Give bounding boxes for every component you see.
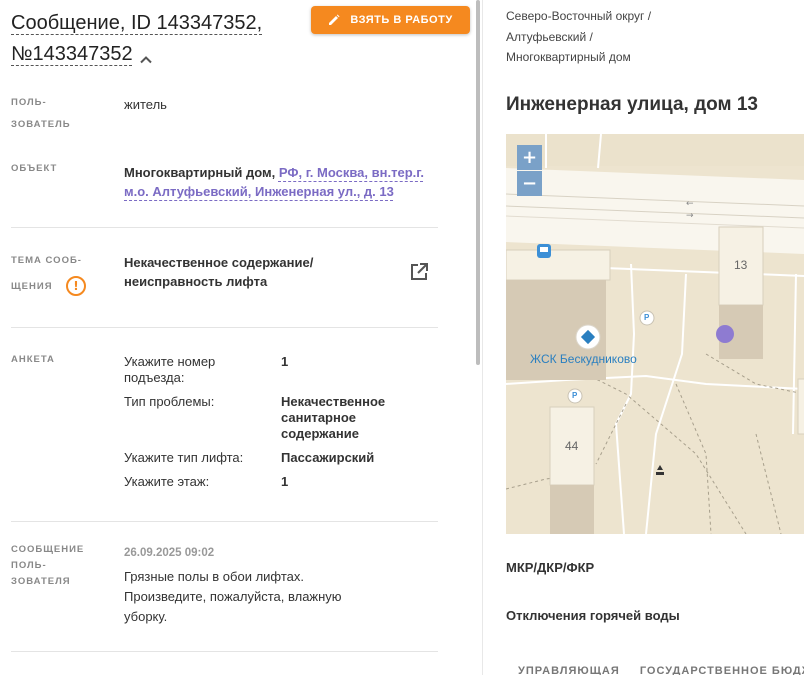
object-address-title: Инженерная улица, дом 13 <box>506 94 758 115</box>
tabs: УПРАВЛЯЮЩАЯ ГОСУДАРСТВЕННОЕ БЮДЖ <box>518 665 804 675</box>
survey-answer: Некачественное санитарное содержание <box>281 394 386 441</box>
divider <box>11 521 438 522</box>
svg-text:→: → <box>686 211 694 221</box>
open-external-icon[interactable] <box>409 262 429 282</box>
message-details-panel: Сообщение, ID 143347352, №143347352 ВЗЯТ… <box>0 0 480 675</box>
breadcrumb-item[interactable]: Многоквартирный дом <box>506 47 651 68</box>
survey-question: Тип проблемы: <box>124 394 215 409</box>
breadcrumb-item[interactable]: Северо-Восточный округ / <box>506 6 651 27</box>
tab-management[interactable]: УПРАВЛЯЮЩАЯ <box>518 665 620 675</box>
warning-icon: ! <box>66 276 86 296</box>
title-line-1: Сообщение, ID 143347352, <box>11 12 263 34</box>
survey-question: Укажите номер подъезда: <box>124 354 216 385</box>
message-date: 26.09.2025 09:02 <box>124 547 215 559</box>
page-title[interactable]: Сообщение, ID 143347352, №143347352 <box>11 8 301 70</box>
title-line-2: №143347352 <box>11 43 133 65</box>
object-info-panel: Северо-Восточный округ / Алтуфьевский / … <box>483 0 804 675</box>
survey-question: Укажите тип лифта: <box>124 450 244 465</box>
survey-answer: Пассажирский <box>281 450 375 465</box>
svg-text:←: ← <box>686 199 694 209</box>
zoom-out-button[interactable]: − <box>517 171 542 196</box>
object-label: ОБЪЕКТ <box>11 163 58 174</box>
user-value: житель <box>124 97 167 112</box>
map-canvas: ← → <box>506 134 804 534</box>
chevron-up-icon[interactable] <box>139 46 153 63</box>
map[interactable]: ← → + − 13 44 P P ЖСК Бескудниково <box>506 134 804 534</box>
breadcrumb-item[interactable]: Алтуфьевский / <box>506 27 651 48</box>
parking-icon: P <box>644 313 650 322</box>
breadcrumb: Северо-Восточный округ / Алтуфьевский / … <box>506 6 651 68</box>
take-to-work-button[interactable]: ВЗЯТЬ В РАБОТУ <box>311 6 470 34</box>
building-number: 13 <box>734 258 748 272</box>
object-address-link[interactable]: РФ, г. Москва, вн.тер.г. <box>279 165 424 180</box>
tab-state-budget[interactable]: ГОСУДАРСТВЕННОЕ БЮДЖ <box>640 665 804 675</box>
survey-answer: 1 <box>281 354 289 369</box>
user-message-label: СООБЩЕНИЕ ПОЛЬ- ЗОВАТЕЛЯ <box>11 544 85 587</box>
message-text: Грязные полы в обои лифтах. Произведите,… <box>124 569 342 624</box>
divider <box>11 227 438 228</box>
survey-label: АНКЕТА <box>11 354 55 365</box>
section-title[interactable]: Отключения горячей воды <box>506 608 680 623</box>
topic-value: Некачественное содержание/неисправность … <box>124 255 314 289</box>
object-address-link-2[interactable]: м.о. Алтуфьевский, Инженерная ул., д. 13 <box>124 184 394 199</box>
divider <box>11 327 438 328</box>
parking-icon: P <box>572 391 578 400</box>
zoom-in-button[interactable]: + <box>517 145 542 170</box>
survey-answer: 1 <box>281 474 289 489</box>
building-number: 44 <box>565 439 579 453</box>
section-title[interactable]: МКР/ДКР/ФКР <box>506 560 594 575</box>
object-type: Многоквартирный дом, <box>124 165 276 180</box>
poi-label[interactable]: ЖСК Бескудниково <box>530 352 637 366</box>
scrollbar[interactable] <box>476 0 480 365</box>
survey-question: Укажите этаж: <box>124 474 210 489</box>
divider <box>11 651 438 652</box>
pencil-icon <box>329 14 340 25</box>
take-to-work-label: ВЗЯТЬ В РАБОТУ <box>350 14 453 26</box>
object-value: Многоквартирный дом, РФ, г. Москва, вн.т… <box>124 163 444 201</box>
user-label: ПОЛЬ- ЗОВАТЕЛЬ <box>11 97 71 130</box>
